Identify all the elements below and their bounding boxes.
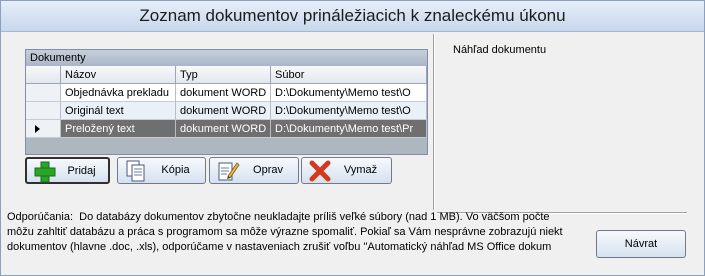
plus-icon	[33, 161, 57, 183]
edit-button[interactable]: Oprav	[209, 157, 299, 184]
delete-button[interactable]: Vymaž	[301, 157, 392, 184]
cell-type[interactable]: dokument WORD	[176, 102, 271, 120]
table-row-selected[interactable]: Preložený text dokument WORD D:\Dokument…	[26, 120, 427, 138]
cell-name[interactable]: Originál text	[61, 102, 176, 120]
delete-x-icon	[308, 160, 332, 182]
back-button[interactable]: Návrat	[596, 230, 686, 258]
row-indicator[interactable]	[26, 84, 61, 102]
table-row[interactable]: Originál text dokument WORD D:\Dokumenty…	[26, 102, 427, 120]
row-indicator-header	[26, 66, 61, 84]
cell-file[interactable]: D:\Dokumenty\Memo test\O	[271, 84, 427, 102]
column-header-type[interactable]: Typ	[176, 66, 271, 84]
cell-name[interactable]: Objednávka prekladu	[61, 84, 176, 102]
grid-caption: Dokumenty	[26, 50, 427, 66]
vertical-divider	[433, 34, 435, 210]
add-button-label: Pridaj	[67, 165, 96, 177]
documents-grid[interactable]: Dokumenty Názov Typ Súbor Objednávka pre…	[25, 49, 428, 155]
column-header-name[interactable]: Názov	[61, 66, 176, 84]
edit-icon	[216, 160, 240, 182]
cell-file[interactable]: D:\Dokumenty\Memo test\O	[271, 102, 427, 120]
copy-button-label: Kópia	[161, 164, 190, 176]
preview-label: Náhľad dokumentu	[453, 44, 547, 56]
delete-button-label: Vymaž	[343, 164, 378, 176]
copy-icon	[124, 160, 148, 182]
table-row[interactable]: Objednávka prekladu dokument WORD D:\Dok…	[26, 84, 427, 102]
cell-name[interactable]: Preložený text	[61, 120, 176, 138]
recommendations-line-2: môžu zahltiť databázu a práca s programo…	[7, 226, 563, 238]
copy-button[interactable]: Kópia	[117, 157, 206, 184]
cell-file[interactable]: D:\Dokumenty\Memo test\Pr	[271, 120, 427, 138]
recommendations-heading: Odporúčania:	[7, 211, 74, 223]
edit-button-label: Oprav	[253, 164, 283, 176]
row-indicator[interactable]	[26, 102, 61, 120]
recommendations-line-1: Odporúčania: Do databázy dokumentov zbyt…	[7, 210, 592, 225]
row-indicator[interactable]	[26, 120, 61, 138]
document-list-window: Zoznam dokumentov prináležiacich k znale…	[0, 0, 705, 276]
window-title: Zoznam dokumentov prináležiacich k znale…	[1, 1, 704, 32]
current-row-arrow-icon	[35, 125, 40, 133]
grid-header-row: Názov Typ Súbor	[26, 66, 427, 84]
cell-type[interactable]: dokument WORD	[176, 120, 271, 138]
add-button[interactable]: Pridaj	[25, 157, 110, 184]
window-client-area: Dokumenty Názov Typ Súbor Objednávka pre…	[4, 32, 701, 272]
cell-type[interactable]: dokument WORD	[176, 84, 271, 102]
recommendations-line-3: dokumentov (hlavne .doc, .xls), odporúča…	[7, 241, 552, 253]
recommendations-text: Odporúčania: Do databázy dokumentov zbyt…	[7, 210, 592, 270]
recommendations-line-1-text: Do databázy dokumentov zbytočne neuklada…	[79, 211, 550, 223]
column-header-file[interactable]: Súbor	[271, 66, 427, 84]
